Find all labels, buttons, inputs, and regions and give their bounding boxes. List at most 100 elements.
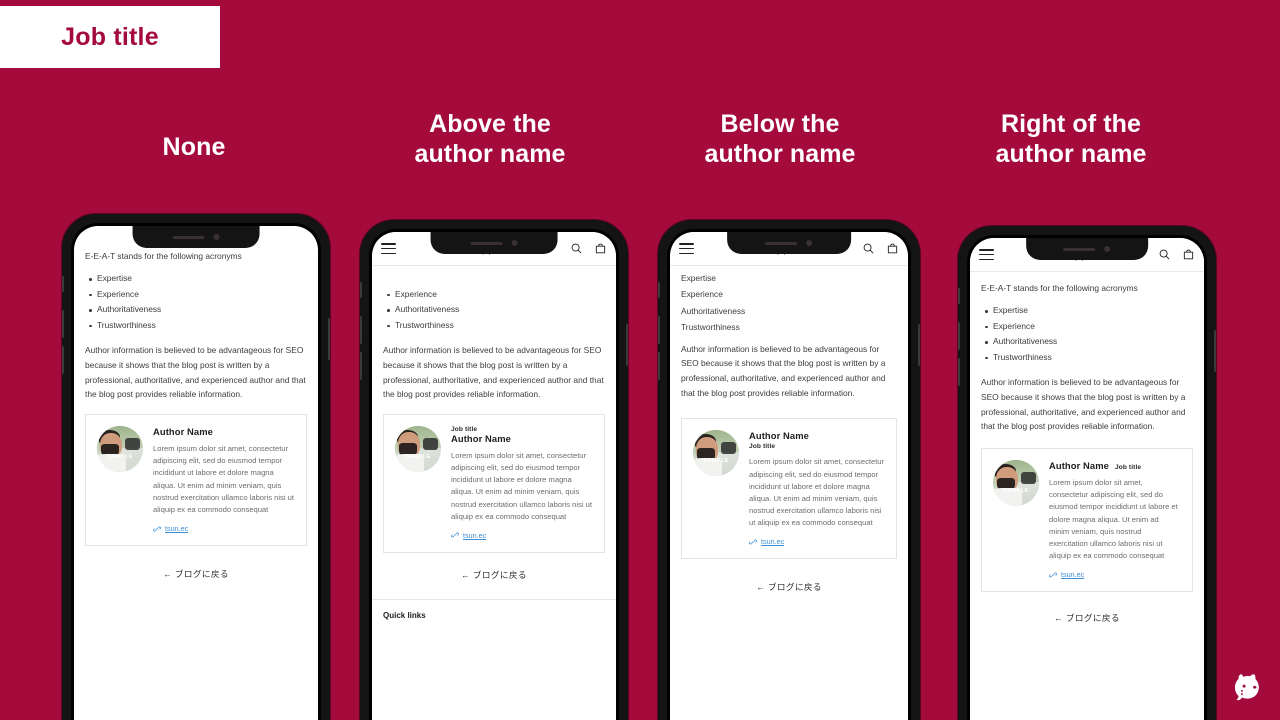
list-item: Expertise	[681, 273, 716, 283]
phone-notch	[727, 232, 851, 254]
earpiece-speaker-icon	[765, 241, 798, 245]
phone-mockup-above: Tsun App Test Expertise Exp	[360, 220, 628, 720]
phone-side-button-power[interactable]	[918, 324, 920, 366]
phone-side-button-power[interactable]	[328, 318, 330, 360]
article-lead-text: E-E-A-T stands for the following acronym…	[981, 283, 1138, 293]
acronym-list: Expertise Experience Authoritativeness T…	[85, 271, 307, 333]
author-job-title: Job title	[451, 426, 478, 433]
column-heading-above-line1: Above the	[429, 110, 551, 138]
list-item: Authoritativeness	[985, 334, 1193, 350]
phone-side-button-power[interactable]	[1214, 330, 1216, 372]
earpiece-speaker-icon	[172, 235, 205, 239]
phone-side-button-volume-up[interactable]	[62, 310, 64, 338]
back-to-blog-link[interactable]: ← ブログに戻る	[372, 569, 616, 581]
shiba-dog-logo-icon	[1234, 674, 1259, 701]
brand-logo	[1226, 668, 1266, 708]
list-item: Authoritativeness	[387, 302, 605, 318]
author-card-above: SAMPLE Job title Author Name Lorem ipsum…	[383, 414, 605, 553]
author-bio: Lorem ipsum dolor sit amet, consectetur …	[749, 457, 885, 528]
phone-notch	[430, 232, 558, 254]
shopping-bag-icon[interactable]	[594, 242, 607, 255]
column-heading-below-line2: author name	[704, 139, 856, 168]
phone-side-button-silent[interactable]	[958, 288, 960, 304]
phone-notch	[1026, 238, 1148, 260]
phone-bezel: Tsun App Test Expertise Exp	[667, 229, 911, 720]
author-website-link[interactable]: tsun.ec	[749, 537, 885, 546]
search-icon[interactable]	[862, 242, 875, 255]
phone-screen-above: Tsun App Test Expertise Exp	[372, 232, 616, 720]
column-heading-above-line2: author name	[414, 139, 566, 168]
phone-side-button-power[interactable]	[626, 324, 628, 366]
avatar-watermark-text: SAMPLE	[703, 457, 729, 464]
phone-side-button-volume-down[interactable]	[62, 346, 64, 374]
hamburger-menu-icon[interactable]	[381, 243, 396, 254]
link-chain-icon	[1049, 572, 1057, 578]
phone-screen-none: E-E-A-T stands for the following acronym…	[74, 226, 318, 720]
author-bio: Lorem ipsum dolor sit amet, consectetur …	[153, 444, 294, 514]
phone-side-button-silent[interactable]	[658, 282, 660, 298]
avatar: SAMPLE	[395, 426, 441, 472]
avatar-watermark-text: SAMPLE	[405, 453, 431, 460]
header-icon-group	[1158, 248, 1195, 261]
phone-side-button-volume-up[interactable]	[360, 316, 362, 344]
phone-side-button-silent[interactable]	[62, 276, 64, 292]
author-card-body: Author Name Job title Lorem ipsum dolor …	[749, 430, 885, 546]
column-heading-right-line2: author name	[995, 139, 1147, 168]
back-to-blog-link[interactable]: ← ブログに戻る	[670, 581, 908, 593]
front-camera-icon	[1104, 246, 1111, 252]
article-body-below: Expertise Experience Authoritativeness T…	[670, 266, 908, 400]
acronym-list: Expertise Experience Authoritativeness T…	[981, 303, 1193, 365]
author-name: Author Name	[1049, 460, 1109, 472]
phone-side-button-volume-up[interactable]	[958, 322, 960, 350]
list-item: Trustworthiness	[387, 318, 605, 334]
list-item: Expertise	[985, 303, 1193, 319]
author-website-link[interactable]: tsun.ec	[153, 524, 295, 533]
link-chain-icon	[153, 526, 161, 531]
author-name: Author Name	[451, 433, 511, 444]
column-heading-right-line1: Right of the	[1000, 110, 1142, 138]
back-to-blog-link[interactable]: ← ブログに戻る	[970, 612, 1204, 624]
search-icon[interactable]	[1158, 248, 1171, 261]
avatar: SAMPLE	[993, 460, 1039, 507]
author-website-link[interactable]: tsun.ec	[1049, 570, 1181, 579]
avatar: SAMPLE	[693, 430, 739, 477]
article-body-above: Expertise Experience Authoritativeness T…	[372, 266, 616, 402]
header-icon-group	[570, 242, 607, 255]
phone-side-button-volume-up[interactable]	[658, 316, 660, 344]
shopping-bag-icon[interactable]	[886, 242, 899, 255]
header-icon-group	[862, 242, 899, 255]
hamburger-menu-icon[interactable]	[979, 249, 994, 260]
acronym-list: Expertise Experience Authoritativeness T…	[383, 271, 605, 333]
phone-bezel: Tsun App Test Expertise Exp	[369, 229, 619, 720]
column-heading-below: Below the author name	[690, 110, 870, 169]
phone-bezel: E-E-A-T stands for the following acronym…	[71, 223, 321, 720]
column-heading-right: Right of the author name	[978, 110, 1164, 169]
author-name: Author Name	[749, 430, 809, 442]
author-job-title: Job title	[749, 443, 776, 451]
phone-side-button-volume-down[interactable]	[658, 352, 660, 380]
phone-notch	[132, 226, 260, 248]
author-website-link-label: tsun.ec	[761, 537, 785, 547]
author-job-title: Job title	[1114, 464, 1142, 472]
phone-side-button-volume-down[interactable]	[958, 358, 960, 386]
back-to-blog-link[interactable]: ← ブログに戻る	[74, 568, 318, 580]
author-card-body: Author Name Lorem ipsum dolor sit amet, …	[153, 426, 295, 533]
search-icon[interactable]	[570, 242, 583, 255]
phone-side-button-silent[interactable]	[360, 282, 362, 298]
column-heading-below-line1: Below the	[720, 110, 840, 138]
acronym-list: Expertise Experience Authoritativeness T…	[681, 270, 897, 336]
front-camera-icon	[806, 240, 813, 246]
hamburger-menu-icon[interactable]	[679, 243, 694, 254]
article-paragraph: Author information is believed to be adv…	[681, 343, 886, 398]
earpiece-speaker-icon	[1063, 247, 1096, 251]
author-website-link[interactable]: tsun.ec	[451, 531, 593, 540]
article-body-right: E-E-A-T stands for the following acronym…	[970, 272, 1204, 434]
author-website-link-label: tsun.ec	[1061, 570, 1085, 580]
shopping-bag-icon[interactable]	[1182, 248, 1195, 261]
phone-side-button-volume-down[interactable]	[360, 352, 362, 380]
front-camera-icon	[213, 234, 220, 240]
list-item: Trustworthiness	[681, 322, 740, 333]
author-website-link-label: tsun.ec	[165, 524, 189, 534]
phone-mockup-none: E-E-A-T stands for the following acronym…	[62, 214, 330, 720]
list-item: Expertise	[89, 271, 307, 287]
